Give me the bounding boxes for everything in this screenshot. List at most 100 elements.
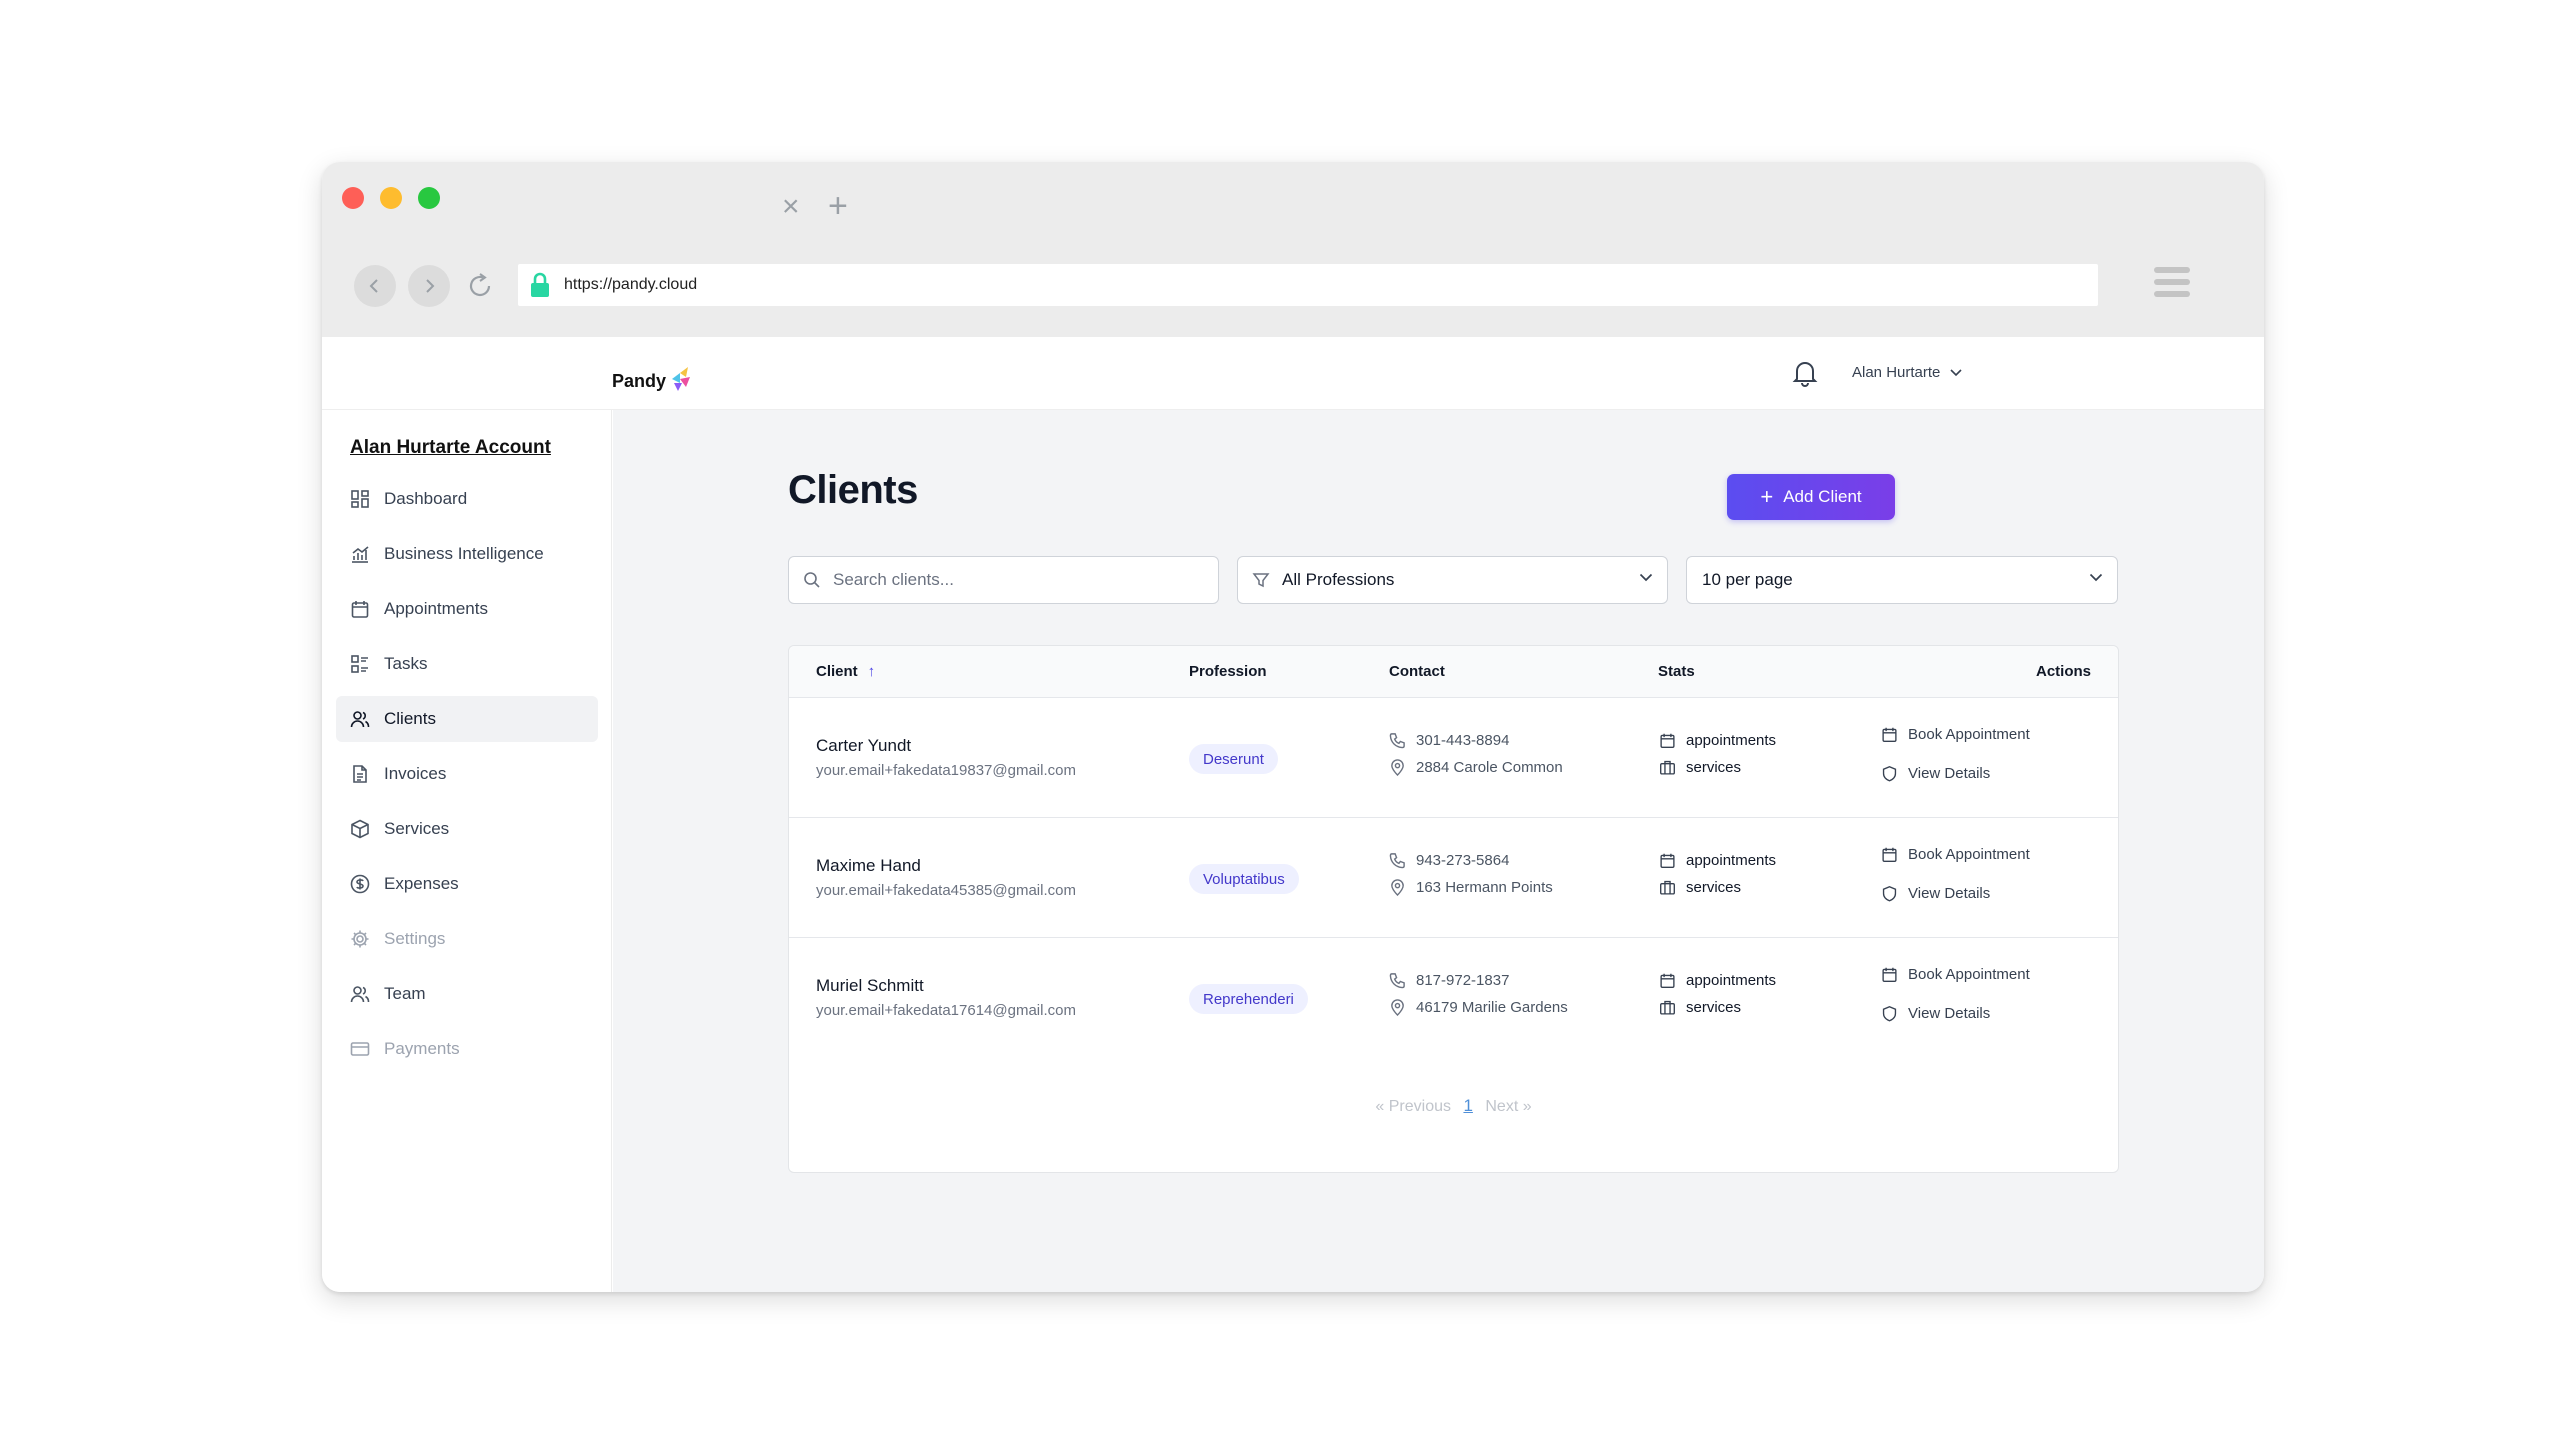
sidebar-item-invoices[interactable]: Invoices [336,751,598,797]
stat-appointments: appointments [1659,732,1776,749]
sidebar-item-services[interactable]: Services [336,806,598,852]
account-title[interactable]: Alan Hurtarte Account [350,437,551,459]
app-logo[interactable]: Pandy [612,355,694,395]
user-name: Alan Hurtarte [1852,364,1941,381]
shield-icon [1882,1005,1897,1022]
chevron-right-icon [426,279,435,293]
stat-services: services [1659,879,1741,896]
per-page-select[interactable]: 10 per page [1686,556,2118,604]
url-text: https://pandy.cloud [564,276,698,293]
sidebar-item-dashboard[interactable]: Dashboard [336,476,598,522]
previous-page-link[interactable]: « Previous [1375,1098,1451,1115]
shield-icon [1882,885,1897,902]
chevron-down-icon [2089,573,2103,582]
filter-icon [1252,571,1270,589]
column-header-contact: Contact [1389,663,1445,680]
window-minimize-button[interactable] [380,187,402,209]
search-icon [803,571,821,589]
dollar-icon [350,874,370,894]
contact-phone: 817-972-1837 [1389,972,1509,989]
user-menu[interactable]: Alan Hurtarte [1852,364,1962,381]
book-appointment-link[interactable]: Book Appointment [1881,846,2030,863]
lock-icon [530,272,550,298]
team-icon [350,986,370,1003]
tasks-icon [351,655,368,673]
reload-button[interactable] [462,268,498,304]
sidebar-item-clients[interactable]: Clients [336,696,598,742]
view-details-link[interactable]: View Details [1881,1005,1990,1022]
table-header: Client ↑ Profession Contact Stats Actions [789,646,2118,698]
address-bar[interactable]: https://pandy.cloud [518,264,2098,306]
plus-icon: + [1760,484,1774,509]
browser-menu-icon[interactable] [2154,267,2190,301]
sort-ascending-icon: ↑ [867,663,876,680]
sidebar-item-expenses[interactable]: Expenses [336,861,598,907]
chevron-left-icon [369,279,378,293]
forward-button[interactable] [408,265,450,307]
sidebar-item-tasks[interactable]: Tasks [336,641,598,687]
shield-icon [1882,765,1897,782]
next-page-link[interactable]: Next » [1485,1098,1531,1115]
contact-address: 163 Hermann Points [1389,879,1553,896]
client-name[interactable]: Carter Yundt [816,736,911,756]
tab-close-icon[interactable]: × [782,192,800,222]
profession-badge: Reprehenderi [1189,984,1308,1014]
column-header-stats: Stats [1658,663,1695,680]
notifications-button[interactable] [1792,359,1818,387]
book-appointment-link[interactable]: Book Appointment [1881,726,2030,743]
box-icon [351,819,369,839]
location-pin-icon [1391,879,1404,896]
sidebar-item-team[interactable]: Team [336,971,598,1017]
client-email: your.email+fakedata45385@gmail.com [816,882,1076,899]
profession-badge: Voluptatibus [1189,864,1299,894]
stat-appointments: appointments [1659,972,1776,989]
search-input[interactable] [833,570,1173,590]
new-tab-icon[interactable]: + [828,189,848,223]
calendar-icon [1660,853,1675,868]
client-name[interactable]: Maxime Hand [816,856,921,876]
chevron-down-icon [1950,368,1962,376]
browser-chrome: × + https://pandy.cloud [322,162,2264,337]
column-header-profession: Profession [1189,663,1267,680]
back-button[interactable] [354,265,396,307]
dashboard-icon [351,490,369,508]
current-page-link[interactable]: 1 [1463,1096,1472,1115]
briefcase-icon [1660,1000,1675,1015]
table-row: Maxime Hand your.email+fakedata45385@gma… [789,818,2118,938]
clients-table: Client ↑ Profession Contact Stats Actions… [788,645,2119,1173]
card-icon [350,1042,370,1056]
window-maximize-button[interactable] [418,187,440,209]
client-name[interactable]: Muriel Schmitt [816,976,924,996]
search-field[interactable] [788,556,1219,604]
location-pin-icon [1391,999,1404,1016]
briefcase-icon [1660,760,1675,775]
chevron-down-icon [1639,573,1653,582]
table-row: Carter Yundt your.email+fakedata19837@gm… [789,698,2118,818]
briefcase-icon [1660,880,1675,895]
location-pin-icon [1391,759,1404,776]
book-appointment-link[interactable]: Book Appointment [1881,966,2030,983]
contact-phone: 301-443-8894 [1389,732,1509,749]
view-details-link[interactable]: View Details [1881,765,1990,782]
sidebar-item-appointments[interactable]: Appointments [336,586,598,632]
profession-filter-select[interactable]: All Professions [1237,556,1668,604]
column-header-actions: Actions [2035,663,2091,680]
pagination: « Previous 1 Next » [789,1096,2118,1116]
sidebar-nav: Dashboard Business Intelligence Appointm… [336,476,598,1081]
gear-icon [351,930,369,948]
add-client-button[interactable]: + Add Client [1727,474,1895,520]
view-details-link[interactable]: View Details [1881,885,1990,902]
window-close-button[interactable] [342,187,364,209]
per-page-value: 10 per page [1702,570,1793,589]
column-header-client[interactable]: Client ↑ [816,663,875,680]
calendar-icon [1660,733,1675,748]
sidebar-item-payments[interactable]: Payments [336,1026,598,1072]
users-icon [350,711,370,728]
chart-icon [352,546,369,563]
sidebar-item-business-intelligence[interactable]: Business Intelligence [336,531,598,577]
invoice-icon [353,765,367,783]
sidebar-item-settings[interactable]: Settings [336,916,598,962]
profession-filter-value: All Professions [1282,570,1395,589]
calendar-icon [1660,973,1675,988]
stat-services: services [1659,759,1741,776]
